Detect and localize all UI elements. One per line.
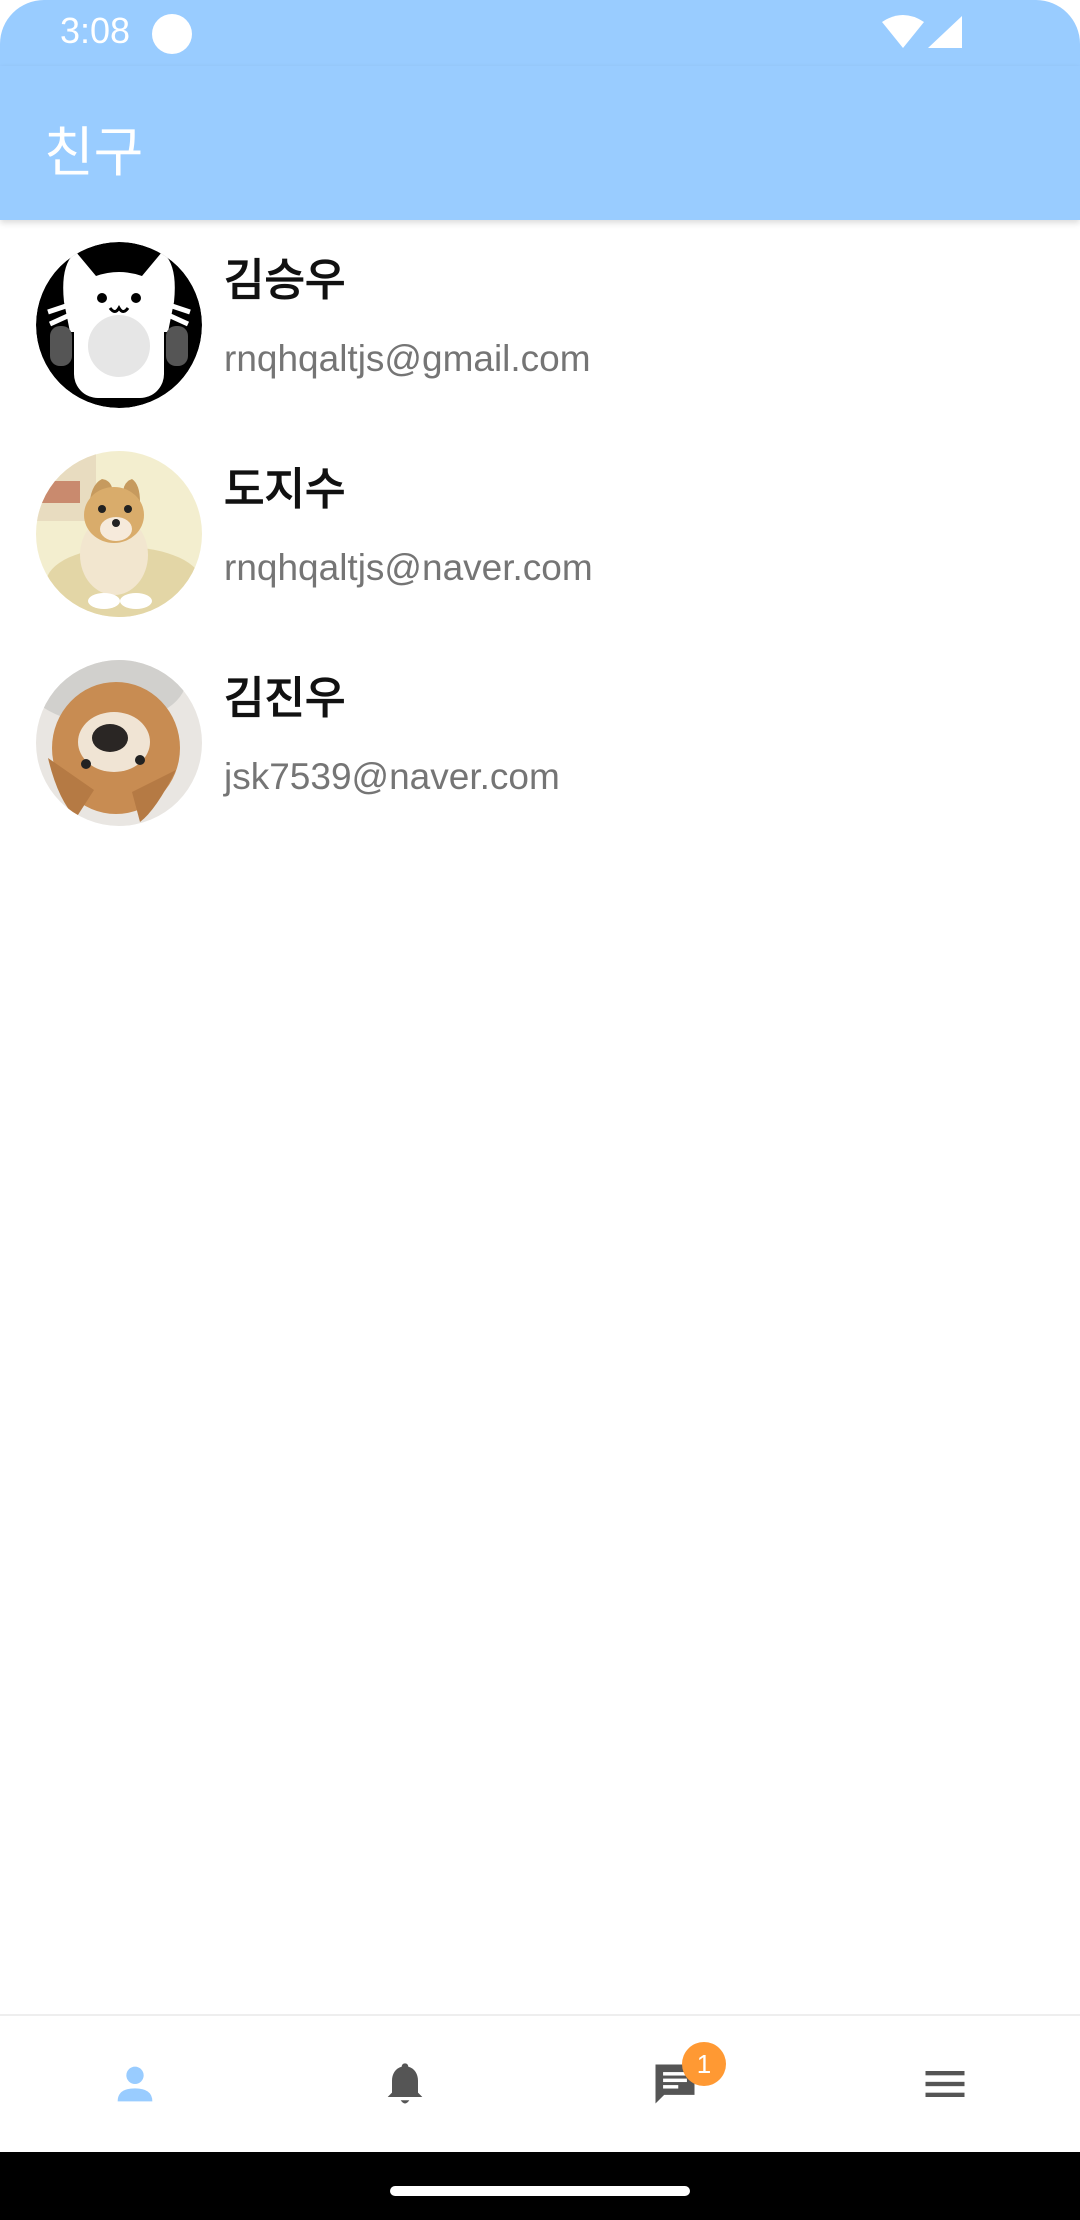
friend-name: 도지수 (224, 464, 346, 515)
nav-menu-tab[interactable] (810, 2016, 1080, 2154)
status-bar: 3:08 (0, 0, 1080, 66)
avatar (36, 451, 202, 617)
avatar (36, 242, 202, 408)
nav-notifications-tab[interactable] (270, 2016, 540, 2154)
friend-email: rnqhqaltjs@gmail.com (224, 338, 591, 379)
friend-list-item[interactable]: 김진우 jsk7539@naver.com (0, 638, 1080, 847)
menu-icon (925, 2071, 965, 2097)
page-title: 친구 (44, 121, 144, 184)
friend-list-item[interactable]: 김승우 rnqhqaltjs@gmail.com (0, 220, 1080, 429)
chat-unread-badge: 1 (682, 2042, 726, 2086)
cartoon-cat-avatar (36, 242, 202, 408)
shiba-dog-avatar (36, 451, 202, 617)
friend-name: 김승우 (224, 255, 346, 306)
avatar (36, 660, 202, 826)
person-icon (117, 2066, 153, 2102)
system-navigation-bar (0, 2152, 1080, 2220)
upside-down-shiba-avatar (36, 660, 202, 826)
wifi-icon (882, 15, 924, 48)
friend-email: jsk7539@naver.com (224, 756, 560, 797)
cellular-signal-icon (928, 16, 962, 48)
notification-dot-icon (152, 14, 192, 54)
friend-list-item[interactable]: 도지수 rnqhqaltjs@naver.com (0, 429, 1080, 638)
friend-list: 김승우 rnqhqaltjs@gmail.com 도지수 rnqhqaltjs@… (0, 220, 1080, 847)
bottom-navigation: 1 (0, 2014, 1080, 2154)
app-bar: 친구 (0, 66, 1080, 220)
status-time: 3:08 (60, 10, 131, 51)
nav-chat-tab[interactable] (540, 2016, 810, 2154)
friend-email: rnqhqaltjs@naver.com (224, 547, 593, 588)
friend-name: 김진우 (224, 673, 346, 724)
home-gesture-handle[interactable] (390, 2186, 690, 2196)
bell-icon (387, 2063, 423, 2104)
nav-friends-tab[interactable] (0, 2016, 270, 2154)
